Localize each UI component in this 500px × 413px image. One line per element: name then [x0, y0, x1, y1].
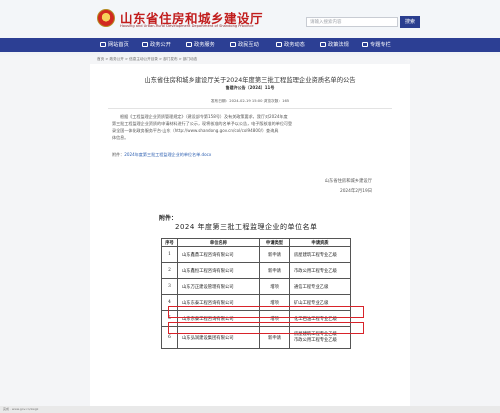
article-paragraph: 体信息。	[112, 135, 129, 140]
divider	[108, 108, 392, 109]
application-type: 新申请	[259, 262, 290, 279]
table-row: 1 山东鑫鼎工程咨询有限公司 新申请 房屋建筑工程专业乙级	[161, 246, 351, 263]
attachment-line: 附件：2024年度第三批工程监理企业的单位名单.docx	[112, 152, 211, 158]
highlight-box-row-5	[168, 322, 364, 334]
highlight-box-row-4	[168, 306, 364, 318]
application-type: 新申请	[259, 246, 290, 263]
service-icon	[186, 41, 192, 47]
site-subtitle: Housing and Urban-Rural Development Depa…	[120, 24, 254, 28]
qualification: 市政公用工程专业乙级	[289, 262, 351, 279]
table-row: 2 山东鑫恒工程咨询有限公司 新申请 市政公用工程专业乙级	[161, 262, 351, 279]
law-icon	[320, 41, 326, 47]
signature-org: 山东省住房和城乡建设厅	[324, 179, 372, 184]
site-header: 山东省住房和城乡建设厅 Housing and Urban-Rural Deve…	[0, 0, 500, 38]
document-icon	[142, 41, 148, 47]
article-paragraph: 录全国一体化政务服务平台·山东（http://www.shandong.gov.…	[112, 128, 279, 133]
chat-icon	[230, 41, 236, 47]
nav-item-interaction[interactable]: 政民互动	[230, 38, 259, 52]
column-header: 单位名称	[177, 238, 260, 247]
row-number: 1	[161, 246, 178, 263]
home-icon	[100, 41, 106, 47]
nav-item-label: 政务服务	[194, 42, 215, 48]
nav-item-gov-service[interactable]: 政务服务	[186, 38, 215, 52]
search-input[interactable]: 请输入搜索内容	[306, 17, 398, 27]
nav-item-gov-info[interactable]: 政务公开	[142, 38, 171, 52]
unit-name: 山东鑫鼎工程咨询有限公司	[177, 246, 260, 263]
nav-item-label: 政务公开	[150, 42, 171, 48]
column-header: 申请类型	[259, 238, 290, 247]
topic-icon	[362, 41, 368, 47]
attachment-label: 附件：	[112, 152, 125, 157]
application-type: 增项	[259, 278, 290, 295]
status-bar: 完成 · www.gov.cn/zwgk	[0, 406, 500, 413]
column-header: 申请资质	[289, 238, 351, 247]
article-paragraph: 根据《工程监理企业资质管理规定》（建设部令第158号）及有关政策要求，我厅对20…	[120, 114, 288, 119]
table-header-row: 序号 单位名称 申请类型 申请资质	[161, 238, 351, 247]
row-number: 2	[161, 262, 178, 279]
row-number: 3	[161, 278, 178, 295]
main-nav: 网站首页 政务公开 政务服务 政民互动 政务动态 政策法规 专题专栏	[0, 38, 500, 52]
qualification: 通信工程专业乙级	[289, 278, 351, 295]
nav-item-news[interactable]: 政务动态	[276, 38, 305, 52]
attachment-table-title: 2024 年度第三批工程监理企业的单位名单	[175, 223, 318, 231]
banner-strip	[0, 52, 500, 57]
news-icon	[276, 41, 282, 47]
nav-item-label: 政策法规	[328, 42, 349, 48]
signature-date: 2024年2月19日	[339, 189, 372, 194]
nav-item-policy[interactable]: 政策法规	[320, 38, 349, 52]
national-emblem-icon	[97, 9, 115, 27]
nav-item-label: 政务动态	[284, 42, 305, 48]
attachment-link[interactable]: 2024年度第三批工程监理企业的单位名单.docx	[124, 152, 211, 157]
article-paragraph: 第三批工程监理企业资质的申请材料进行了公示，现将核准的名单予以公告，电子版核准的…	[112, 121, 293, 126]
article-card: 山东省住房和城乡建设厅关于2024年度第三批工程监理企业资质名单的公告 鲁建许公…	[90, 64, 410, 409]
attachment-heading: 附件：	[159, 215, 178, 222]
document-number: 鲁建许公告〔2024〕11号	[225, 85, 275, 90]
unit-name: 山东万正建设管理有限公司	[177, 278, 260, 295]
qualification: 房屋建筑工程专业乙级	[289, 246, 351, 263]
article-meta: 发布日期：2024-02-19 15:00 浏览次数：165	[210, 99, 290, 103]
nav-item-home[interactable]: 网站首页	[100, 38, 129, 52]
article-title: 山东省住房和城乡建设厅关于2024年度第三批工程监理企业资质名单的公告	[144, 77, 356, 84]
breadcrumb[interactable]: 首页 > 政务公开 > 信息主动公开目录 > 部门发布 > 部门动态	[97, 57, 197, 62]
nav-item-label: 政民互动	[238, 42, 259, 48]
search-button[interactable]: 搜索	[400, 16, 420, 28]
unit-name: 山东鑫恒工程咨询有限公司	[177, 262, 260, 279]
nav-item-topics[interactable]: 专题专栏	[362, 38, 391, 52]
nav-item-label: 网站首页	[108, 42, 129, 48]
nav-item-label: 专题专栏	[370, 42, 391, 48]
table-row: 3 山东万正建设管理有限公司 增项 通信工程专业乙级	[161, 278, 351, 295]
column-header: 序号	[161, 238, 178, 247]
